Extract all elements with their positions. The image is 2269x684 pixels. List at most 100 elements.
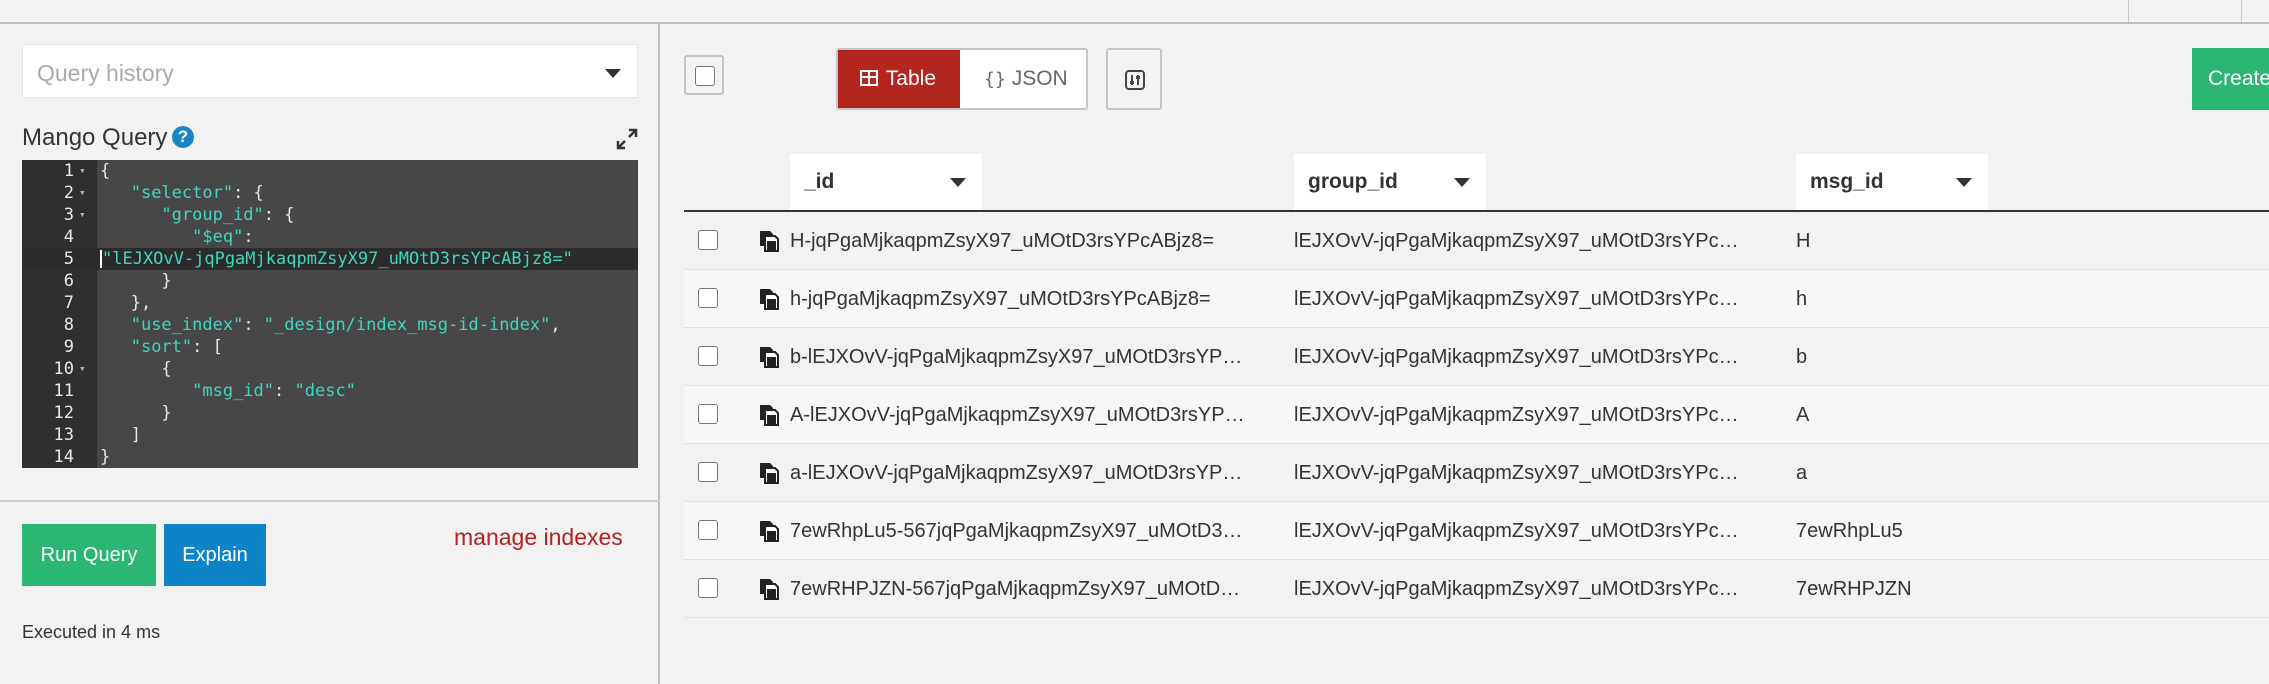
line-number: 6	[63, 271, 74, 291]
table-row[interactable]: b-lEJXOvV-jqPgaMjkaqpmZsyX97_uMOtD3rsYP……	[684, 328, 2269, 386]
cell-msg-id: H	[1796, 230, 1811, 252]
code-line[interactable]: 9 "sort": [	[22, 336, 638, 358]
tab-table[interactable]: Table	[838, 50, 960, 108]
tab-table-label: Table	[885, 67, 936, 90]
code-line[interactable]: 2 ▾ "selector": {	[22, 182, 638, 204]
help-icon[interactable]: ?	[172, 126, 194, 148]
row-checkbox[interactable]	[698, 230, 718, 250]
chevron-down-icon[interactable]	[1454, 178, 1470, 187]
fold-icon[interactable]: ▾	[79, 204, 86, 226]
cell-msg-id: 7ewRhpLu5	[1796, 520, 1903, 542]
copy-icon[interactable]	[758, 229, 780, 253]
line-number: 13	[53, 425, 74, 445]
cell-id: 7ewRhpLu5-567jqPgaMjkaqpmZsyX97_uMOtD3…	[790, 520, 1243, 542]
row-checkbox[interactable]	[698, 578, 718, 598]
tab-json[interactable]: {} JSON	[962, 50, 1088, 108]
line-number: 1	[63, 161, 74, 181]
view-toggle: Table {} JSON	[836, 48, 1088, 110]
fold-icon[interactable]: ▾	[79, 182, 86, 204]
cell-msg-id: A	[1796, 404, 1810, 426]
row-checkbox[interactable]	[698, 346, 718, 366]
mango-query-label: Mango Query	[22, 124, 168, 151]
line-number: 8	[63, 315, 74, 335]
row-checkbox[interactable]	[698, 288, 718, 308]
code-text: {	[100, 359, 172, 379]
fold-icon[interactable]: ▾	[79, 160, 86, 182]
code-line[interactable]: 13 ]	[22, 424, 638, 446]
code-line[interactable]: 11 "msg_id": "desc"	[22, 380, 638, 402]
column-header-label: msg_id	[1810, 170, 1884, 193]
explain-button[interactable]: Explain	[164, 524, 266, 586]
cell-group-id: lEJXOvV-jqPgaMjkaqpmZsyX97_uMOtD3rsYPc…	[1294, 230, 1739, 252]
code-line[interactable]: 8 "use_index": "_design/index_msg-id-ind…	[22, 314, 638, 336]
expand-icon[interactable]	[616, 128, 638, 150]
copy-icon[interactable]	[758, 345, 780, 369]
copy-icon[interactable]	[758, 461, 780, 485]
top-strip-divider	[2128, 0, 2129, 22]
cell-group-id: lEJXOvV-jqPgaMjkaqpmZsyX97_uMOtD3rsYPc…	[1294, 288, 1739, 310]
cell-id: H-jqPgaMjkaqpmZsyX97_uMOtD3rsYPcABjz8=	[790, 230, 1215, 252]
column-header-group-id[interactable]: group_id	[1294, 154, 1486, 210]
code-text: ]	[100, 425, 141, 445]
divider	[0, 500, 660, 502]
cell-group-id: lEJXOvV-jqPgaMjkaqpmZsyX97_uMOtD3rsYPc…	[1294, 346, 1739, 368]
top-strip-divider	[2241, 0, 2242, 22]
copy-icon[interactable]	[758, 577, 780, 601]
code-line[interactable]: 6 }	[22, 270, 638, 292]
column-header-label: group_id	[1308, 170, 1398, 193]
code-text: "use_index": "_design/index_msg-id-index…	[130, 315, 561, 335]
create-button[interactable]: Create	[2192, 48, 2269, 110]
code-line[interactable]: 4 "$eq":	[22, 226, 638, 248]
table-row[interactable]: 7ewRHPJZN-567jqPgaMjkaqpmZsyX97_uMOtD… lE…	[684, 560, 2269, 618]
line-number: 9	[63, 337, 74, 357]
code-text: }	[100, 403, 172, 423]
chevron-down-icon[interactable]	[950, 178, 966, 187]
code-text: {	[100, 161, 111, 181]
row-checkbox[interactable]	[698, 462, 718, 482]
code-text: }	[100, 271, 172, 291]
table-row[interactable]: H-jqPgaMjkaqpmZsyX97_uMOtD3rsYPcABjz8= lE…	[684, 212, 2269, 270]
table-row[interactable]: h-jqPgaMjkaqpmZsyX97_uMOtD3rsYPcABjz8= lE…	[684, 270, 2269, 328]
column-header-id[interactable]: _id	[790, 154, 982, 210]
table-row[interactable]: A-lEJXOvV-jqPgaMjkaqpmZsyX97_uMOtD3rsYP……	[684, 386, 2269, 444]
chevron-down-icon[interactable]	[1956, 178, 1972, 187]
line-number: 11	[53, 381, 74, 401]
column-settings-button[interactable]	[1106, 48, 1162, 110]
line-number: 7	[63, 293, 74, 313]
top-strip	[0, 0, 2269, 24]
run-query-button[interactable]: Run Query	[22, 524, 156, 586]
sliders-icon	[1125, 70, 1145, 90]
code-text: "group_id": {	[161, 205, 295, 225]
code-text: "$eq":	[192, 227, 254, 247]
table-icon	[860, 70, 878, 86]
select-all-checkbox[interactable]	[695, 66, 715, 86]
mango-query-editor[interactable]: 1 ▾{2 ▾ "selector": {3 ▾ "group_id": {4 "$e…	[22, 160, 638, 468]
cell-msg-id: b	[1796, 346, 1808, 368]
manage-indexes-link[interactable]: manage indexes	[454, 524, 623, 551]
table-row[interactable]: a-lEJXOvV-jqPgaMjkaqpmZsyX97_uMOtD3rsYP……	[684, 444, 2269, 502]
cell-group-id: lEJXOvV-jqPgaMjkaqpmZsyX97_uMOtD3rsYPc…	[1294, 578, 1739, 600]
cell-group-id: lEJXOvV-jqPgaMjkaqpmZsyX97_uMOtD3rsYPc…	[1294, 404, 1739, 426]
code-line[interactable]: 7 },	[22, 292, 638, 314]
line-number: 12	[53, 403, 74, 423]
query-history-select[interactable]: Query history	[22, 44, 638, 98]
column-header-msg-id[interactable]: msg_id	[1796, 154, 1988, 210]
cell-msg-id: 7ewRHPJZN	[1796, 578, 1912, 600]
cell-id: b-lEJXOvV-jqPgaMjkaqpmZsyX97_uMOtD3rsYP…	[790, 346, 1243, 368]
table-row[interactable]: 7ewRhpLu5-567jqPgaMjkaqpmZsyX97_uMOtD3… l…	[684, 502, 2269, 560]
code-line[interactable]: 10 ▾ {	[22, 358, 638, 380]
code-line[interactable]: 12 }	[22, 402, 638, 424]
code-line[interactable]: 14}	[22, 446, 638, 468]
row-checkbox[interactable]	[698, 404, 718, 424]
row-checkbox[interactable]	[698, 520, 718, 540]
copy-icon[interactable]	[758, 287, 780, 311]
copy-icon[interactable]	[758, 403, 780, 427]
copy-icon[interactable]	[758, 519, 780, 543]
fold-icon[interactable]: ▾	[79, 358, 86, 380]
code-line[interactable]: 5 "lEJXOvV-jqPgaMjkaqpmZsyX97_uMOtD3rsYPc…	[22, 248, 638, 270]
code-line[interactable]: 1 ▾ {	[22, 160, 638, 182]
line-number: 10	[53, 359, 74, 379]
code-line[interactable]: 3 ▾ "group_id": {	[22, 204, 638, 226]
select-all-wrapper[interactable]	[684, 55, 724, 95]
code-text: "lEJXOvV-jqPgaMjkaqpmZsyX97_uMOtD3rsYPcA…	[102, 249, 573, 269]
